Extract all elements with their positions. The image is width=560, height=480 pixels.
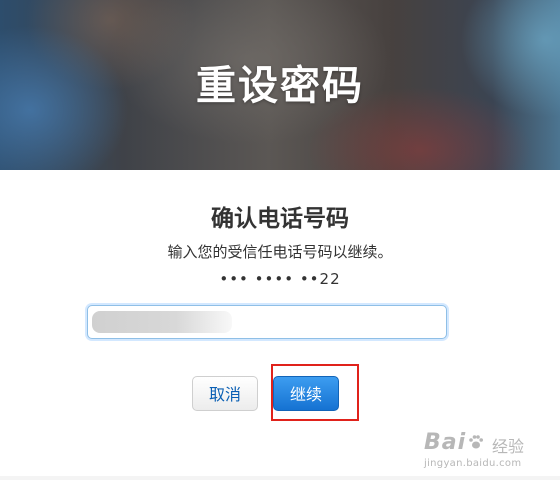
- watermark-url: jingyan.baidu.com: [424, 458, 522, 469]
- masked-phone-number: ••• •••• ••22: [219, 270, 341, 288]
- page-title: 重设密码: [196, 63, 364, 109]
- bottom-divider: [0, 476, 560, 480]
- instruction-text: 输入您的受信任电话号码以继续。: [167, 243, 393, 261]
- cancel-button[interactable]: 取消: [192, 376, 258, 411]
- paw-icon: [469, 435, 483, 449]
- phone-number-input[interactable]: [88, 306, 446, 338]
- watermark-brand-cn: 经验: [492, 437, 525, 456]
- continue-button[interactable]: 继续: [273, 376, 339, 411]
- baidu-watermark: Bai 经验 jingyan.baidu.com: [424, 428, 546, 474]
- phone-number-field[interactable]: [87, 305, 447, 339]
- watermark-brand: Bai: [424, 430, 467, 455]
- hero-banner: 重设密码: [0, 0, 560, 170]
- confirm-phone-heading: 确认电话号码: [211, 206, 349, 232]
